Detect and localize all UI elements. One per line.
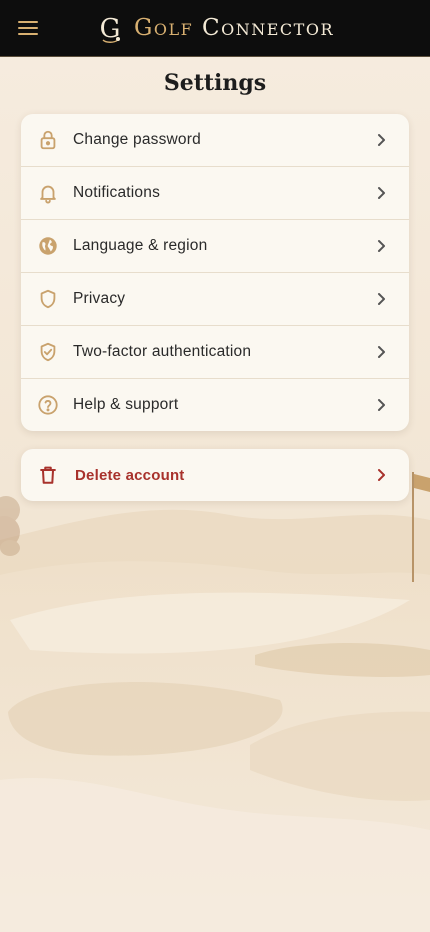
shield-check-icon: [40, 342, 56, 362]
app-title: Golf Connector: [134, 15, 334, 41]
lock-icon: [40, 130, 56, 150]
settings-item-label: Notifications: [73, 184, 161, 201]
app-title-word1: Golf: [134, 15, 194, 41]
settings-item-change-password[interactable]: Change password: [21, 114, 409, 167]
delete-account-button[interactable]: Delete account: [21, 449, 409, 501]
bell-icon: [40, 185, 56, 204]
chevron-right-icon: [378, 134, 385, 146]
trash-icon: [40, 466, 56, 484]
globe-icon: [39, 237, 57, 255]
help-circle-icon: [38, 395, 58, 415]
settings-item-privacy[interactable]: Privacy: [21, 273, 409, 326]
app-title-word2: Connector: [202, 15, 335, 41]
settings-item-label: Language & region: [73, 237, 208, 254]
chevron-right-icon: [378, 346, 385, 358]
shield-icon: [40, 289, 56, 309]
settings-item-label: Change password: [73, 131, 201, 148]
top-app-bar: G Golf Connector: [0, 0, 430, 57]
settings-item-label: Two-factor authentication: [73, 343, 252, 360]
page-title: Settings: [163, 70, 267, 96]
settings-list: Change password Notifications Language &…: [21, 114, 409, 431]
brand[interactable]: G Golf Connector: [96, 10, 334, 46]
settings-item-help-support[interactable]: Help & support: [21, 379, 409, 431]
chevron-right-icon: [378, 469, 385, 481]
settings-item-label: Help & support: [73, 396, 179, 413]
danger-zone: Delete account: [21, 449, 409, 501]
chevron-right-icon: [378, 399, 385, 411]
settings-item-language-region[interactable]: Language & region: [21, 220, 409, 273]
delete-account-label: Delete account: [75, 466, 185, 484]
chevron-right-icon: [378, 240, 385, 252]
hamburger-menu-icon[interactable]: [16, 18, 40, 38]
golf-logo-icon: G: [100, 14, 121, 44]
chevron-right-icon: [378, 293, 385, 305]
chevron-right-icon: [378, 187, 385, 199]
settings-item-two-factor[interactable]: Two-factor authentication: [21, 326, 409, 379]
settings-item-label: Privacy: [73, 290, 126, 307]
settings-item-notifications[interactable]: Notifications: [21, 167, 409, 220]
